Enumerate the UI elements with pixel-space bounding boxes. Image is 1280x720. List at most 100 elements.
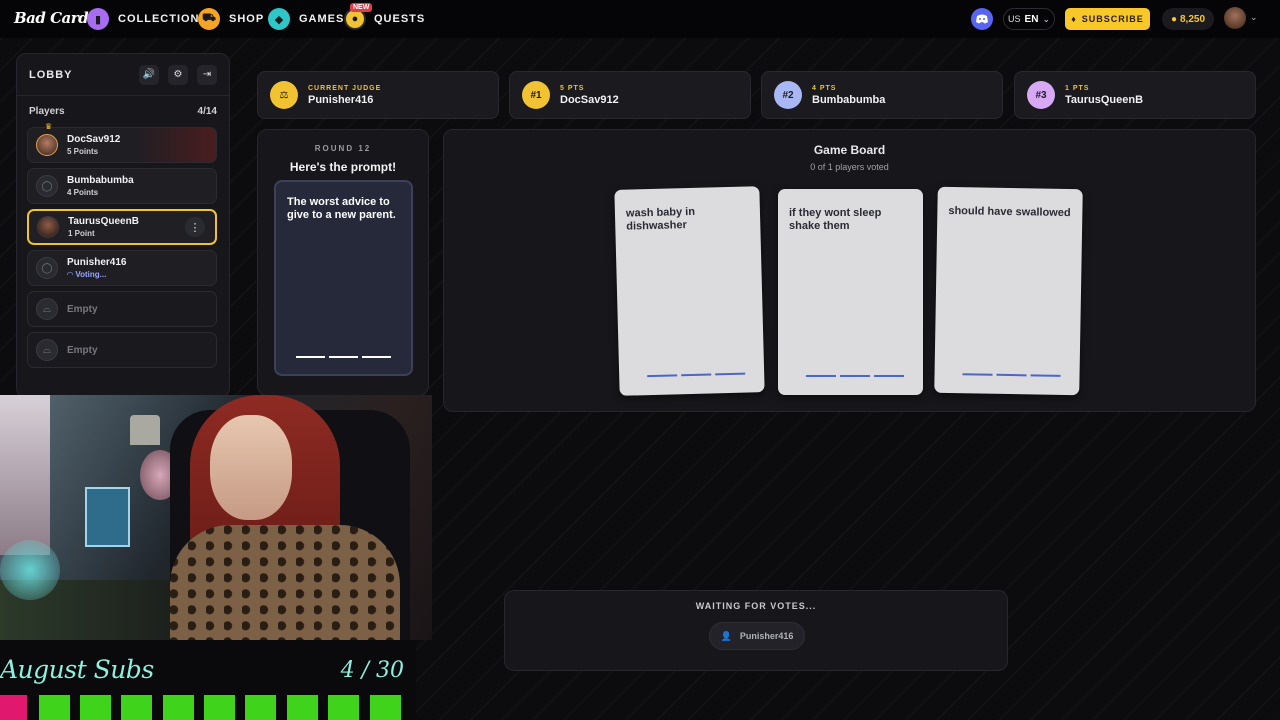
progress-block xyxy=(370,695,401,720)
empty-slot-label: Empty xyxy=(67,344,98,356)
games-icon: ◆ xyxy=(268,8,290,30)
app-logo[interactable]: Bad Cards xyxy=(14,9,97,27)
subs-goal-count: 4 / 30 xyxy=(340,658,404,683)
subs-progress-blocks xyxy=(0,695,416,720)
lobby-header: LOBBY 🔊 ⚙ ⇥ xyxy=(17,54,229,96)
answer-blanks xyxy=(647,372,746,378)
rank-player-name: TaurusQueenB xyxy=(1065,93,1144,106)
rank-badge: #1 xyxy=(522,81,550,109)
coin-amount: 8,250 xyxy=(1180,13,1206,25)
lobby-title: LOBBY xyxy=(29,68,73,81)
prompt-panel: ROUND 12 Here's the prompt! The worst ad… xyxy=(257,129,429,396)
avatar xyxy=(37,216,59,238)
top-nav: Bad Cards ▮ COLLECTION ⛟ SHOP ◆ GAMES ● … xyxy=(0,0,1280,38)
player-row[interactable]: ◯ Bumbabumba 4 Points xyxy=(27,168,217,204)
more-options-icon[interactable]: ⋮ xyxy=(185,217,205,237)
waiting-panel: WAITING FOR VOTES... 👤 Punisher416 xyxy=(504,590,1008,671)
settings-icon[interactable]: ⚙ xyxy=(168,64,188,85)
board-title: Game Board xyxy=(813,143,886,157)
nav-games-label: GAMES xyxy=(299,13,345,25)
player-name: Bumbabumba xyxy=(67,175,134,186)
language-select[interactable]: US EN ⌄ xyxy=(1003,8,1055,30)
subscribe-label: SUBSCRIBE xyxy=(1081,14,1144,24)
lobby-panel: LOBBY 🔊 ⚙ ⇥ Players 4/14 ♛ DocSav912 5 P… xyxy=(16,53,230,398)
judge-name: Punisher416 xyxy=(308,93,374,106)
leave-icon[interactable]: ⇥ xyxy=(197,64,217,85)
player-status: ◠ Voting... xyxy=(67,270,216,279)
user-icon: ◯ xyxy=(36,175,58,197)
rank-card-2: #2 4 PTS Bumbabumba xyxy=(761,71,1003,119)
vote-status: 0 of 1 players voted xyxy=(810,162,889,172)
answer-card[interactable]: should have swallowed xyxy=(934,186,1083,396)
answer-card[interactable]: wash baby in dishwasher xyxy=(614,186,765,396)
players-header: Players 4/14 xyxy=(17,96,229,123)
subs-goal-bar: August Subs 4 / 30 xyxy=(0,640,416,720)
rank-card-1: #1 5 PTS DocSav912 xyxy=(509,71,751,119)
empty-slot: ⌓ Empty xyxy=(27,291,217,327)
nav-shop[interactable]: ⛟ SHOP xyxy=(198,7,264,31)
progress-block xyxy=(121,695,152,720)
new-badge: NEW xyxy=(350,3,373,12)
progress-block xyxy=(245,695,276,720)
nav-collection[interactable]: ▮ COLLECTION xyxy=(87,7,200,31)
progress-block xyxy=(287,695,318,720)
judge-label: CURRENT JUDGE xyxy=(308,84,382,92)
progress-block xyxy=(39,695,70,720)
rank-player-name: DocSav912 xyxy=(560,93,619,106)
nav-games[interactable]: ◆ GAMES xyxy=(268,7,344,31)
player-name: Punisher416 xyxy=(67,257,127,268)
subscribe-button[interactable]: ♦ SUBSCRIBE xyxy=(1065,8,1150,30)
rank-badge: #3 xyxy=(1027,81,1055,109)
player-row-self[interactable]: TaurusQueenB 1 Point ⋮ xyxy=(27,209,217,245)
waiting-player-chip: 👤 Punisher416 xyxy=(709,622,805,650)
players-label: Players xyxy=(29,106,65,117)
prompt-text: The worst advice to give to a new parent… xyxy=(287,196,396,221)
rank-badge: #2 xyxy=(774,81,802,109)
rank-points: 4 PTS xyxy=(812,84,837,92)
answer-blanks xyxy=(806,375,904,377)
cart-icon: ⛟ xyxy=(198,8,220,30)
waiting-player-name: Punisher416 xyxy=(739,631,794,641)
user-icon: ◯ xyxy=(36,257,58,279)
answer-text: wash baby in dishwasher xyxy=(625,205,696,233)
nav-collection-label: COLLECTION xyxy=(118,13,200,25)
sound-icon[interactable]: 🔊 xyxy=(139,64,159,85)
rank-player-name: Bumbabumba xyxy=(812,93,886,106)
crown-icon: ♛ xyxy=(45,122,53,131)
player-status-text: Voting... xyxy=(75,270,107,279)
cards-icon: ▮ xyxy=(87,8,109,30)
coin-balance[interactable]: ● 8,250 xyxy=(1162,8,1214,30)
answer-blanks xyxy=(962,373,1061,377)
waiting-label: WAITING FOR VOTES... xyxy=(695,601,817,611)
nav-quests[interactable]: ● NEW QUESTS xyxy=(344,3,425,31)
answer-card[interactable]: if they wont sleep shake them xyxy=(778,189,923,395)
user-avatar[interactable] xyxy=(1224,7,1246,29)
player-row[interactable]: ◯ Punisher416 ◠ Voting... xyxy=(27,250,217,286)
prompt-card: The worst advice to give to a new parent… xyxy=(274,180,413,376)
rank-points: 5 PTS xyxy=(560,84,585,92)
nav-shop-label: SHOP xyxy=(229,13,265,25)
user-icon: 👤 xyxy=(720,630,732,641)
chevron-down-icon: ⌄ xyxy=(1042,13,1050,24)
empty-slot-icon: ⌓ xyxy=(36,298,58,320)
chevron-down-icon[interactable]: ⌄ xyxy=(1250,12,1258,23)
player-points: 5 Points xyxy=(67,147,99,156)
progress-block xyxy=(0,695,27,720)
discord-icon[interactable] xyxy=(971,8,993,30)
gavel-icon: ⚖ xyxy=(270,81,298,109)
progress-block xyxy=(163,695,194,720)
coin-icon: ● xyxy=(1170,13,1177,25)
current-judge-card: ⚖ CURRENT JUDGE Punisher416 xyxy=(257,71,499,119)
answer-text: if they wont sleep shake them xyxy=(789,207,882,232)
game-board: Game Board 0 of 1 players voted wash bab… xyxy=(443,129,1256,412)
empty-slot: ⌓ Empty xyxy=(27,332,217,368)
avatar xyxy=(36,134,58,156)
player-row[interactable]: ♛ DocSav912 5 Points xyxy=(27,122,217,163)
prompt-heading: Here's the prompt! xyxy=(289,160,397,174)
player-name: TaurusQueenB xyxy=(68,216,139,227)
player-points: 4 Points xyxy=(67,188,99,197)
players-count: 4/14 xyxy=(197,106,217,117)
empty-slot-icon: ⌓ xyxy=(36,339,58,361)
player-name: DocSav912 xyxy=(67,134,121,145)
language-code: EN xyxy=(1024,13,1039,25)
